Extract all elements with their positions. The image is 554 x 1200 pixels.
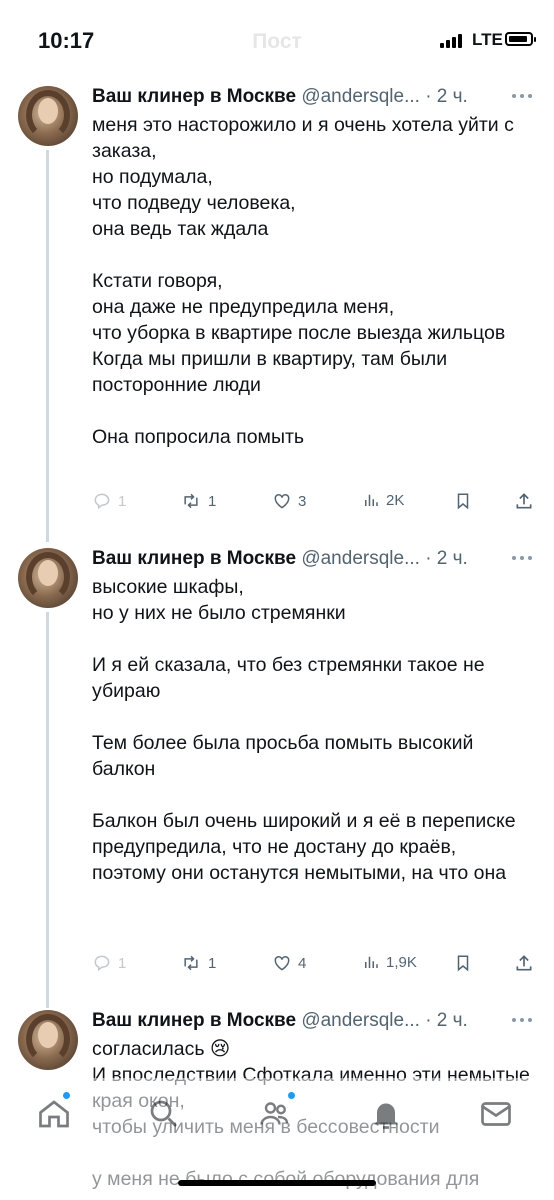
author-name[interactable]: Ваш клинер в Москве [92,548,296,569]
notifications-icon [374,1103,398,1129]
reply-icon [94,955,110,972]
network-label: LTE [472,30,503,49]
tweet-time: · 2 ч. [425,1010,468,1031]
repost-icon [184,493,198,509]
like-count: 3 [298,492,307,510]
reply-count: 1 [118,492,127,510]
avatar[interactable] [18,1010,78,1070]
search-icon [150,1100,177,1127]
heart-icon [274,493,290,509]
communities-icon [260,1102,289,1125]
repost-button[interactable]: 1 [180,491,216,511]
nav-search[interactable] [146,1096,186,1136]
tweet-header: Ваш клинер в Москве @andersqle... · 2 ч. [92,548,468,570]
notification-dot [288,1092,295,1099]
author-name[interactable]: Ваш клинер в Москве [92,86,296,107]
more-icon[interactable] [512,94,532,98]
tweet-header: Ваш клинер в Москве @andersqle... · 2 ч. [92,1010,468,1032]
reply-count: 1 [118,954,127,972]
like-button[interactable]: 4 [272,953,306,973]
tweet-header: Ваш клинер в Москве @andersqle... · 2 ч. [92,86,468,108]
tweet-text: высокие шкафы, но у них не было стремянк… [92,576,516,884]
page-title: Пост [252,30,302,53]
more-icon[interactable] [512,556,532,560]
status-bar: 10:17 Пост LTE [0,0,554,84]
tweet-actions: 1 1 3 2K [92,491,542,521]
bookmark-button[interactable] [454,491,472,511]
tweet-time: · 2 ч. [425,86,468,107]
author-handle[interactable]: @andersqle... [301,86,420,107]
author-name[interactable]: Ваш клинер в Москве [92,1010,296,1031]
like-button[interactable]: 3 [272,491,306,511]
views-icon [365,494,378,506]
nav-home[interactable] [36,1096,76,1136]
reply-icon [94,493,110,510]
share-button[interactable] [514,953,534,973]
signal-icon [440,34,462,48]
views-button[interactable]: 1,9K [362,953,417,971]
author-handle[interactable]: @andersqle... [301,548,420,569]
nav-notifications[interactable] [368,1096,408,1136]
tweet-text: меня это насторожило и я очень хотела уй… [92,114,514,448]
tweet-time: · 2 ч. [425,548,468,569]
tweet-actions: 1 1 4 1,9K [92,953,542,983]
battery-icon [505,32,536,46]
more-icon[interactable] [512,1018,532,1022]
nav-communities[interactable] [256,1096,296,1136]
views-icon [365,956,378,968]
repost-count: 1 [208,954,217,972]
home-icon [39,1100,69,1128]
repost-count: 1 [208,492,217,510]
share-button[interactable] [514,491,534,511]
reply-button[interactable]: 1 [92,953,126,973]
thread-line [46,150,49,542]
author-handle[interactable]: @andersqle... [301,1010,420,1031]
bookmark-icon [457,955,469,972]
views-count: 1,9K [386,953,417,971]
bookmark-button[interactable] [454,953,472,973]
heart-icon [274,955,290,971]
views-button[interactable]: 2K [362,491,404,509]
notification-dot [63,1092,70,1099]
thread-line [46,612,49,1008]
home-indicator[interactable] [178,1180,376,1186]
nav-messages[interactable] [478,1096,518,1136]
bookmark-icon [457,493,469,510]
avatar[interactable] [18,86,78,146]
repost-button[interactable]: 1 [180,953,216,973]
share-icon [516,955,532,971]
repost-icon [184,955,198,971]
avatar[interactable] [18,548,78,608]
reply-button[interactable]: 1 [92,491,126,511]
messages-icon [481,1102,511,1126]
views-count: 2K [386,491,405,509]
share-icon [516,493,532,509]
like-count: 4 [298,954,307,972]
